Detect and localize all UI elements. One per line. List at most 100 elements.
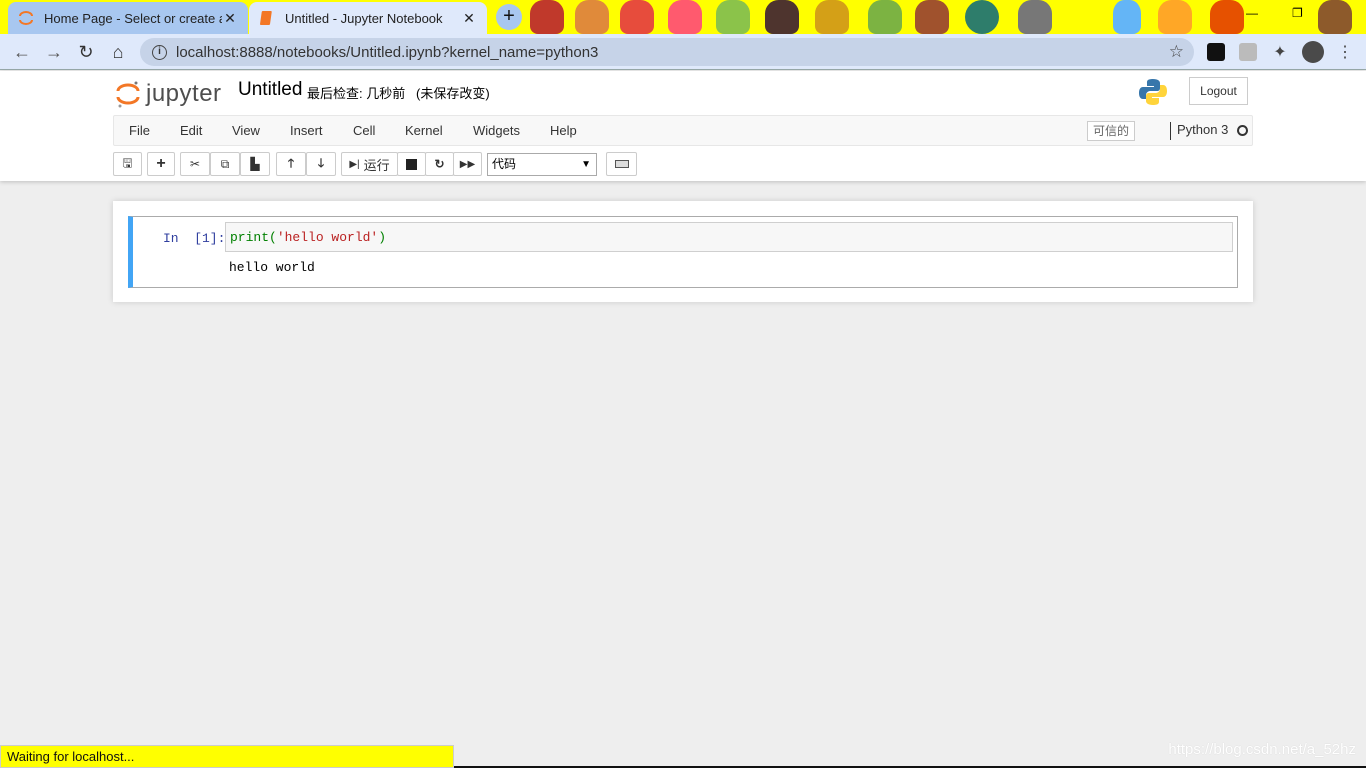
tab-strip: Home Page - Select or create a notebook … [0,0,1366,34]
scissors-icon: ✂ [189,157,201,171]
arrow-down-icon: 🡓 [317,155,325,170]
keyboard-icon [614,160,629,168]
jupyter-logo-icon [116,81,140,108]
cell-type-select[interactable]: 代码 ▼ [487,153,597,176]
step-forward-icon: ▶| [349,158,360,170]
theme-decoration [915,0,949,34]
restart-run-all-button[interactable]: ▶▶ [453,152,482,176]
jupyter-logo[interactable]: jupyter [116,79,222,109]
copy-button[interactable]: ⧉ [210,152,240,176]
paste-icon: ▙ [250,157,260,171]
extension-bolt-icon[interactable] [1239,43,1257,61]
watermark: https://blog.csdn.net/a_52hz [1168,741,1356,758]
arrow-up-icon: 🡑 [287,155,295,170]
cell-type-value: 代码 [492,157,517,171]
theme-decoration [716,0,750,34]
url-input[interactable]: i localhost:8888/notebooks/Untitled.ipyn… [140,38,1194,66]
back-icon[interactable]: ← [12,42,32,63]
url-text: localhost:8888/notebooks/Untitled.ipynb?… [176,43,599,61]
extension-icon[interactable] [1207,43,1225,61]
menu-file[interactable]: File [129,123,150,138]
close-tab-icon[interactable]: ✕ [461,10,477,27]
theme-decoration [668,0,702,34]
menu-kernel[interactable]: Kernel [405,123,443,138]
theme-decoration [1018,0,1052,34]
info-icon[interactable]: i [152,44,167,60]
plus-icon: + [156,155,166,172]
tab-title: Untitled - Jupyter Notebook [285,10,443,26]
theme-decoration [530,0,564,34]
theme-decoration [620,0,654,34]
restart-button[interactable]: ↻ [425,152,454,176]
theme-decoration [575,0,609,34]
new-tab-button[interactable]: + [496,4,522,30]
checkpoint-status: 最后检查: 几秒前 [307,86,406,101]
fast-forward-icon: ▶▶ [459,158,476,170]
logo-text: jupyter [146,80,222,107]
move-down-button[interactable]: 🡓 [306,152,336,176]
kernel-idle-indicator-icon [1237,125,1248,136]
theme-decoration [1210,0,1244,34]
menu-insert[interactable]: Insert [290,123,323,138]
extensions-puzzle-icon[interactable]: ✦ [1270,42,1290,62]
stop-icon [406,158,417,170]
insert-cell-button[interactable]: + [147,152,175,176]
code-string: 'hello world' [276,230,379,245]
tab-notebook[interactable]: Untitled - Jupyter Notebook ✕ [249,2,487,34]
close-tab-icon[interactable]: ✕ [222,10,238,27]
kernel-name: Python 3 [1170,122,1228,140]
copy-icon: ⧉ [220,156,230,171]
menu-edit[interactable]: Edit [180,123,202,138]
forward-icon[interactable]: → [44,42,64,63]
theme-decoration [1113,0,1141,34]
theme-decoration [815,0,849,34]
logout-button[interactable]: Logout [1189,77,1248,105]
restore-icon[interactable]: ❐ [1292,6,1303,20]
status-bubble: Waiting for localhost... [0,745,454,768]
code-editor[interactable]: print('hello world') [225,222,1233,252]
menu-view[interactable]: View [232,123,260,138]
notebook-name[interactable]: Untitled [238,79,302,101]
menu-help[interactable]: Help [550,123,577,138]
python-logo-icon [1139,79,1167,105]
cell-output: hello world [229,260,315,275]
code-builtin: print( [230,230,277,245]
trusted-badge[interactable]: 可信的 [1087,121,1135,141]
save-button[interactable]: 🖫 [113,152,142,176]
notebook-favicon-icon [260,11,272,25]
minimize-icon[interactable]: — [1246,6,1258,20]
menu-widgets[interactable]: Widgets [473,123,520,138]
restart-icon: ↻ [434,157,445,171]
menubar: File Edit View Insert Cell Kernel Widget… [113,115,1253,146]
theme-decoration [868,0,902,34]
interrupt-button[interactable] [397,152,426,176]
tab-title: Home Page - Select or create a notebook [44,10,222,26]
run-label: 运行 [363,157,390,173]
theme-decoration [965,0,999,34]
save-icon: 🖫 [122,155,133,170]
command-palette-button[interactable] [606,152,637,176]
tab-home-page[interactable]: Home Page - Select or create a notebook … [8,2,248,34]
paste-button[interactable]: ▙ [240,152,270,176]
cut-button[interactable]: ✂ [180,152,210,176]
autosave-status: (未保存改变) [416,86,490,101]
notebook-header: jupyter Untitled 最后检查: 几秒前 (未保存改变) Logou… [0,71,1366,181]
run-button[interactable]: ▶| 运行 [341,152,398,176]
address-bar-area: ← → ↻ ⌂ i localhost:8888/notebooks/Untit… [0,34,1366,70]
code-cell[interactable]: In [1]: print('hello world') hello world [128,216,1238,288]
home-icon[interactable]: ⌂ [108,42,128,63]
notebook-container: In [1]: print('hello world') hello world [113,201,1253,302]
theme-decoration [1318,0,1352,34]
input-prompt: In [1]: [163,231,226,246]
bookmark-star-icon[interactable]: ☆ [1169,42,1184,62]
move-up-button[interactable]: 🡑 [276,152,306,176]
theme-decoration [1158,0,1192,34]
menu-cell[interactable]: Cell [353,123,375,138]
code-paren: ) [378,230,387,245]
jupyter-favicon-icon [19,11,33,25]
profile-avatar[interactable] [1302,41,1324,63]
chevron-down-icon: ▼ [581,159,591,170]
theme-decoration [765,0,799,34]
menu-kebab-icon[interactable]: ⋮ [1335,42,1355,62]
reload-icon[interactable]: ↻ [76,42,96,63]
